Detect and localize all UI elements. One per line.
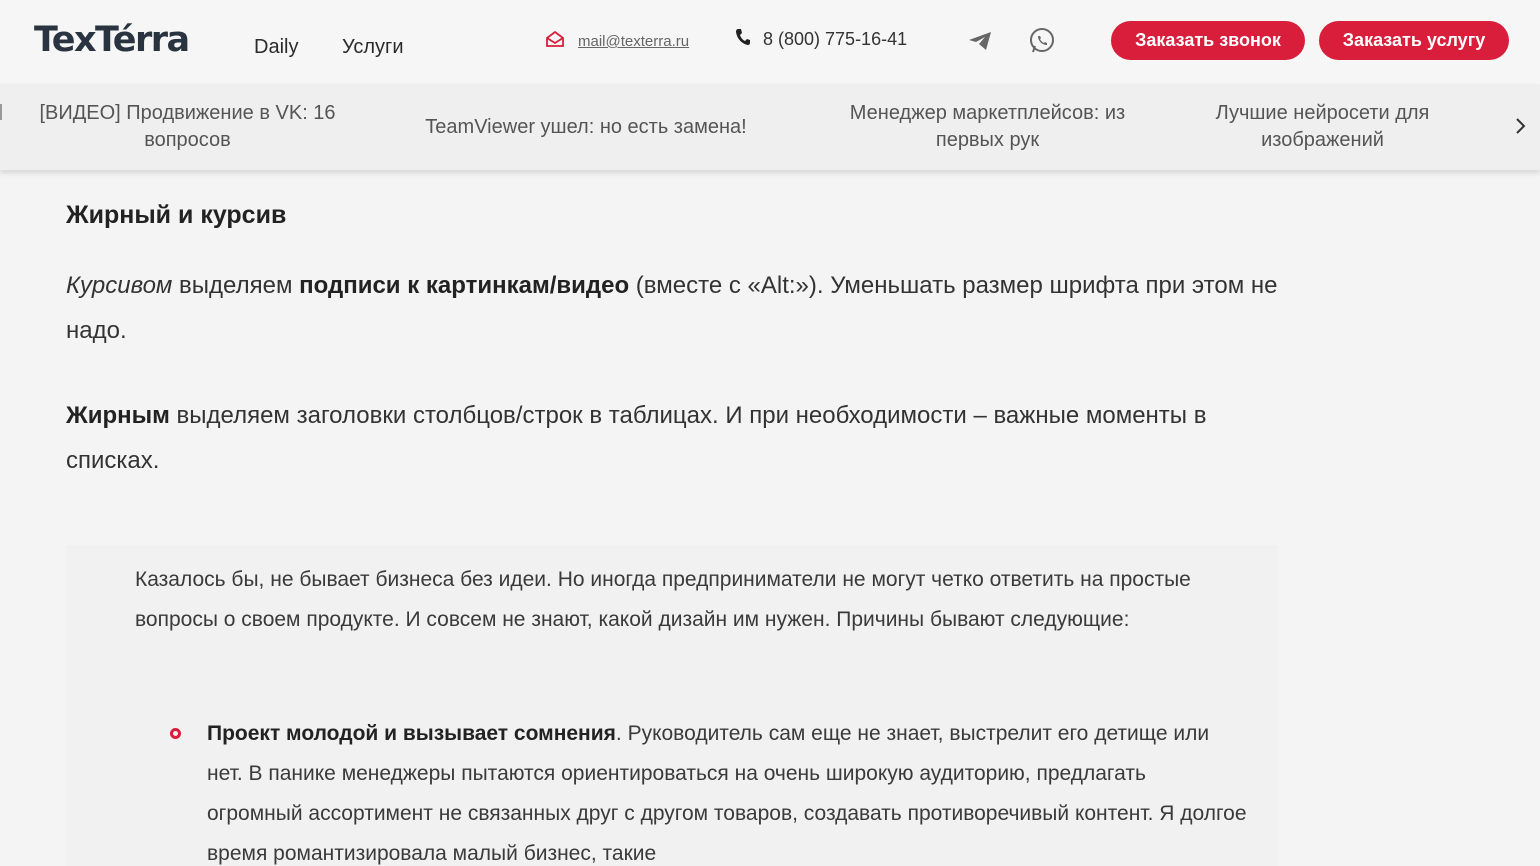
list-item-bold: Проект молодой и вызывает сомнения bbox=[207, 722, 616, 745]
ticker-item[interactable]: TeamViewer ушел: но есть замена! bbox=[405, 84, 767, 170]
section-heading: Жирный и курсив bbox=[66, 201, 287, 229]
email-link[interactable]: mail@texterra.ru bbox=[578, 33, 689, 50]
italic-term: Курсивом bbox=[66, 272, 173, 299]
mail-icon bbox=[545, 30, 565, 53]
telegram-icon[interactable] bbox=[966, 27, 994, 55]
email-contact[interactable]: mail@texterra.ru bbox=[545, 30, 689, 53]
ticker-item[interactable]: Менеджер маркетплейсов: из первых рук bbox=[830, 84, 1145, 170]
logo[interactable]: TexTérra bbox=[34, 20, 190, 60]
phone-contact[interactable]: 8 (800) 775-16-41 bbox=[735, 28, 907, 51]
order-service-button[interactable]: Заказать услугу bbox=[1319, 21, 1509, 60]
example-paragraph: Казалось бы, не бывает бизнеса без идеи.… bbox=[135, 568, 1191, 631]
list-item: Проект молодой и вызывает сомнения. Руко… bbox=[207, 714, 1247, 866]
paragraph-text: выделяем заголовки столбцов/строк в табл… bbox=[66, 402, 1207, 474]
list-bullet bbox=[170, 728, 181, 739]
phone-icon bbox=[735, 28, 751, 51]
ticker-item[interactable]: Лучшие нейросети для изображений bbox=[1190, 84, 1455, 170]
paragraph-bold: Жирным выделяем заголовки столбцов/строк… bbox=[66, 393, 1226, 483]
nav-services[interactable]: Услуги bbox=[342, 36, 404, 59]
whatsapp-icon[interactable] bbox=[1028, 27, 1056, 55]
site-header: TexTérra Daily Услуги mail@texterra.ru 8… bbox=[0, 0, 1540, 84]
ticker-item[interactable]: [ВИДЕО] Продвижение в VK: 16 вопросов bbox=[20, 84, 355, 170]
bold-term: подписи к картинкам/видео bbox=[299, 272, 630, 299]
bold-term: Жирным bbox=[66, 402, 170, 429]
chevron-right-icon[interactable] bbox=[1510, 113, 1530, 139]
nav-daily[interactable]: Daily bbox=[254, 36, 298, 59]
phone-number[interactable]: 8 (800) 775-16-41 bbox=[763, 29, 907, 50]
order-call-button[interactable]: Заказать звонок bbox=[1111, 21, 1305, 60]
paragraph-italic: Курсивом выделяем подписи к картинкам/ви… bbox=[66, 263, 1286, 353]
ticker-prev-edge bbox=[0, 104, 2, 120]
news-ticker: [ВИДЕО] Продвижение в VK: 16 вопросов Te… bbox=[0, 84, 1540, 170]
paragraph-text: выделяем bbox=[172, 272, 300, 299]
